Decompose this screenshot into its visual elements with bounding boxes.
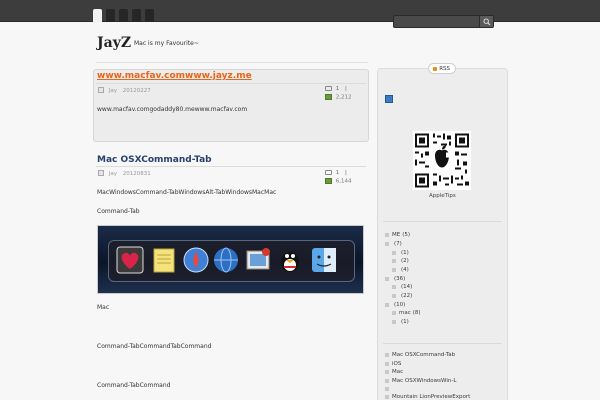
comment-icon: [325, 170, 332, 175]
bullet-icon: [385, 241, 389, 246]
post-body-line: Command-TabCommand: [97, 382, 171, 389]
category-item[interactable]: ME (5): [385, 232, 410, 238]
bullet-icon: [392, 293, 396, 298]
widget-icon[interactable]: [385, 95, 393, 103]
rss-icon: [433, 67, 437, 71]
category-item[interactable]: (2): [392, 258, 409, 264]
post-title-divider: [96, 83, 366, 84]
nav-tab-5[interactable]: [145, 9, 154, 22]
post-views: 6,144: [325, 178, 352, 185]
site-tagline: Mac is my Favourite~: [134, 40, 199, 47]
comment-count: 1: [335, 170, 340, 176]
post-body-line: www.macfav.comgodaddy80.mewww.macfav.com: [97, 106, 248, 113]
bullet-icon: [385, 276, 389, 281]
category-item[interactable]: (10): [385, 302, 405, 308]
post-meta: Jay 20120831: [98, 170, 155, 177]
category-item[interactable]: mac (8): [392, 310, 421, 316]
views-count: 6,144: [335, 178, 352, 185]
category-item[interactable]: (1): [392, 319, 409, 325]
top-navigation-bar: [0, 0, 600, 22]
post-date: 20120831: [122, 170, 151, 177]
nav-tab-4[interactable]: [132, 9, 141, 22]
views-count: 2,212: [335, 94, 352, 101]
search-box: [393, 15, 494, 28]
post-title-divider: [96, 166, 366, 167]
post-title[interactable]: Mac OSXCommand-Tab: [97, 155, 212, 165]
bullet-icon: [385, 369, 389, 374]
category-item[interactable]: (14): [392, 284, 412, 290]
bullet-icon: [385, 352, 389, 357]
category-item[interactable]: (22): [392, 293, 412, 299]
heart-app-icon: [116, 246, 144, 274]
compass-app-icon: [183, 247, 209, 273]
post-body-line: MacWindowsCommand-TabWindowsAlt-TabWindo…: [97, 189, 277, 196]
recent-post-link[interactable]: Mac OSXCommand-Tab: [385, 352, 455, 358]
bullet-icon: [385, 394, 389, 399]
penguin-app-icon: [281, 252, 299, 272]
search-icon: [483, 18, 491, 26]
post-author[interactable]: Jay: [109, 88, 117, 94]
search-button[interactable]: [479, 16, 493, 27]
bullet-icon: [385, 232, 389, 237]
views-icon: [325, 178, 332, 184]
recent-post-link[interactable]: Mountain LionPreviewExport: [385, 394, 470, 400]
rss-label: RSS: [439, 66, 450, 72]
post-comments[interactable]: 1 |: [325, 86, 347, 92]
notes-app-icon: [153, 248, 175, 273]
comment-icon: [325, 86, 332, 91]
command-tab-screenshot: [97, 225, 364, 294]
nav-tab-1[interactable]: [93, 9, 102, 22]
sidebar-divider: [383, 221, 502, 222]
recent-post-link[interactable]: iOS: [385, 361, 401, 367]
meta-separator: |: [345, 86, 347, 92]
comment-count: 1: [335, 86, 340, 92]
post-body-line: Command-Tab: [97, 208, 140, 215]
bullet-icon: [385, 386, 389, 391]
globe-app-icon: [214, 247, 238, 273]
post-views: 2,212: [325, 94, 352, 101]
nav-tab-3[interactable]: [119, 9, 128, 22]
bullet-icon: [392, 258, 396, 263]
rss-button[interactable]: RSS: [428, 63, 456, 74]
nav-tab-2[interactable]: [106, 9, 115, 22]
views-icon: [325, 94, 332, 100]
search-input[interactable]: [394, 16, 479, 27]
recent-post-link[interactable]: Mac OSXWindowsWin-L: [385, 378, 456, 384]
post-comments[interactable]: 1 |: [325, 170, 347, 176]
recent-post-link[interactable]: [385, 386, 392, 392]
post-author[interactable]: Jay: [109, 171, 117, 177]
meta-separator: |: [345, 170, 347, 176]
photo-app-icon: [246, 248, 270, 270]
bullet-icon: [392, 250, 396, 255]
post-meta: Jay 20120227: [98, 87, 155, 94]
site-title[interactable]: JayZ: [97, 35, 131, 51]
finder-app-icon: [312, 248, 336, 272]
bullet-icon: [385, 378, 389, 383]
sidebar-divider: [383, 343, 502, 344]
bullet-icon: [385, 302, 389, 307]
bullet-icon: [385, 361, 389, 366]
qr-caption: AppleTips: [429, 193, 456, 199]
category-item[interactable]: (1): [392, 250, 409, 256]
document-icon: [98, 87, 104, 93]
bullet-icon: [392, 267, 396, 272]
bullet-icon: [392, 284, 396, 289]
post-body-line: Mac: [97, 304, 110, 311]
recent-post-link[interactable]: Mac: [385, 369, 403, 375]
bullet-icon: [392, 319, 396, 324]
document-icon: [98, 170, 104, 176]
qr-code-image: [413, 131, 471, 190]
post-body-line: Command-TabCommandTabCommand: [97, 343, 212, 350]
post-date: 20120227: [122, 87, 151, 94]
header-divider: [96, 62, 368, 63]
category-item[interactable]: (7): [385, 241, 402, 247]
bullet-icon: [392, 310, 396, 315]
category-item[interactable]: (4): [392, 267, 409, 273]
post-title[interactable]: www.macfav.comwww.jayz.me: [97, 71, 252, 81]
category-item[interactable]: (36): [385, 276, 405, 282]
